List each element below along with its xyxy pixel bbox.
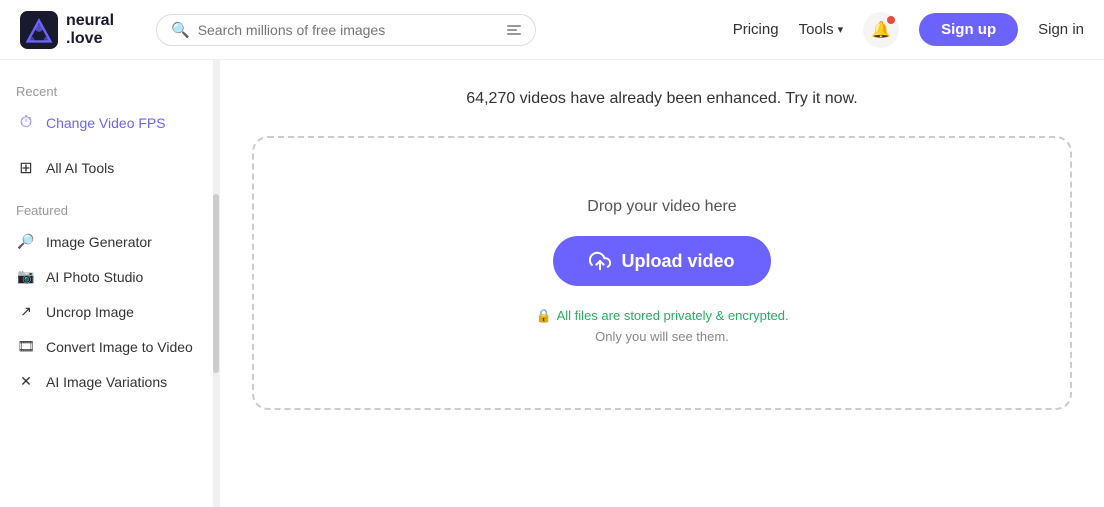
signup-button[interactable]: Sign up [919, 13, 1018, 46]
pricing-link[interactable]: Pricing [733, 21, 779, 38]
chevron-down-icon: ▾ [838, 23, 844, 36]
search-bar[interactable]: 🔍 [156, 14, 536, 46]
drop-zone[interactable]: Drop your video here Upload video 🔒 All … [252, 136, 1072, 410]
sidebar-item-uncrop-image[interactable]: ↗ Uncrop Image [0, 294, 219, 329]
layout: Recent ⏱ Change Video FPS ⊞ All AI Tools… [0, 60, 1104, 507]
tools-menu-button[interactable]: Tools ▾ [799, 21, 844, 38]
logo-icon [20, 11, 58, 49]
featured-section-label: Featured [0, 195, 219, 224]
search-input[interactable] [198, 22, 499, 38]
uncrop-icon: ↗ [16, 303, 36, 320]
image-generator-icon: 🔎 [16, 233, 36, 250]
clock-icon: ⏱ [16, 114, 36, 132]
sidebar-item-convert-image-to-video[interactable]: 🎞 Convert Image to Video [0, 329, 219, 364]
filter-icon[interactable] [507, 25, 521, 35]
header-nav: Pricing Tools ▾ 🔔 Sign up Sign in [733, 12, 1084, 48]
sidebar-item-image-generator[interactable]: 🔎 Image Generator [0, 224, 219, 259]
variations-icon: ✕ [16, 373, 36, 390]
upload-icon [589, 250, 611, 272]
drop-label: Drop your video here [587, 198, 736, 216]
logo[interactable]: neural .love [20, 11, 140, 49]
signin-link[interactable]: Sign in [1038, 21, 1084, 38]
recent-section-label: Recent [0, 76, 219, 105]
main-content: 64,270 videos have already been enhanced… [220, 60, 1104, 507]
upload-video-button[interactable]: Upload video [553, 236, 770, 286]
notification-dot [887, 16, 895, 24]
logo-text: neural .love [66, 12, 114, 47]
grid-icon: ⊞ [16, 158, 36, 178]
photo-studio-icon: 📷 [16, 268, 36, 285]
search-icon: 🔍 [171, 21, 190, 39]
sidebar-scrollbar-thumb[interactable] [213, 194, 219, 373]
tagline: 64,270 videos have already been enhanced… [466, 90, 857, 108]
sidebar-scrollbar-track [213, 60, 219, 507]
sidebar-item-ai-photo-studio[interactable]: 📷 AI Photo Studio [0, 259, 219, 294]
header: neural .love 🔍 Pricing Tools ▾ 🔔 Sign up… [0, 0, 1104, 60]
sidebar-item-change-video-fps[interactable]: ⏱ Change Video FPS [0, 105, 219, 141]
lock-icon: 🔒 [535, 306, 551, 327]
sidebar-item-all-ai-tools[interactable]: ⊞ All AI Tools [0, 149, 219, 187]
notification-button[interactable]: 🔔 [863, 12, 899, 48]
convert-icon: 🎞 [16, 338, 36, 355]
sidebar: Recent ⏱ Change Video FPS ⊞ All AI Tools… [0, 60, 220, 507]
privacy-text: 🔒 All files are stored privately & encry… [535, 306, 788, 348]
sidebar-item-ai-image-variations[interactable]: ✕ AI Image Variations [0, 364, 219, 399]
